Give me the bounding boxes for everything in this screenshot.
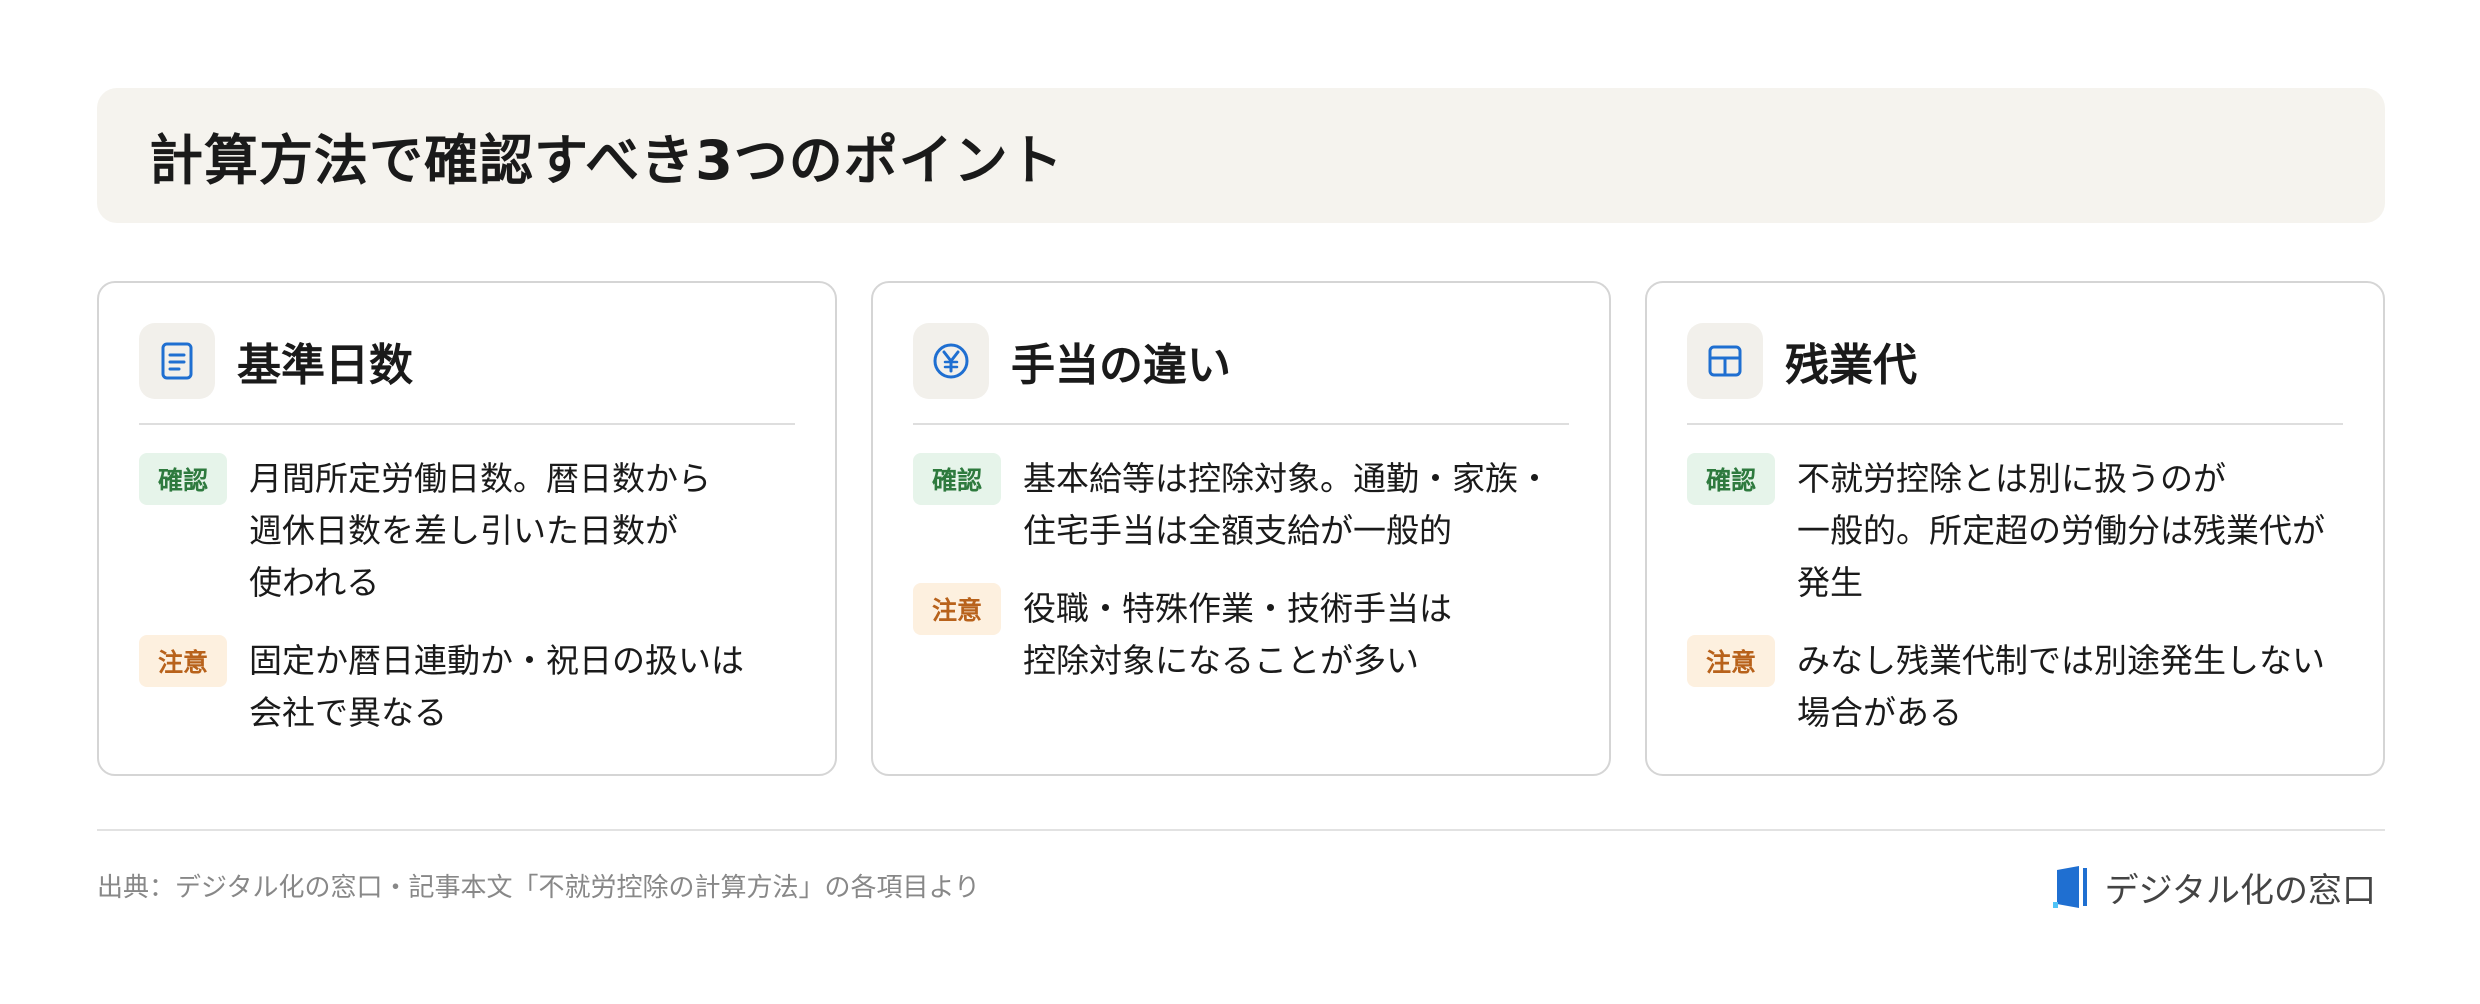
card-divider (139, 423, 795, 425)
confirm-tag: 確認 (1687, 453, 1775, 505)
page-title: 計算方法で確認すべき3つのポイント (149, 129, 1064, 192)
card-divider (913, 423, 1569, 425)
caution-tag: 注意 (139, 635, 227, 687)
caution-text: みなし残業代制では別途発生しない 場合がある (1797, 641, 2325, 732)
card-header: 手当の違い (913, 323, 1569, 399)
logo-text: デジタル化の窓口 (2104, 870, 2376, 911)
confirm-row: 確認 不就労控除とは別に扱うのが 一般的。所定超の労働分は残業代が 発生 (1687, 453, 2343, 609)
card-base-days: 基準日数 確認 月間所定労働日数。暦日数から 週休日数を差し引いた日数が 使われ… (97, 281, 837, 776)
brand-logo: デジタル化の窓口 (2052, 862, 2376, 912)
card-title: 残業代 (1785, 340, 1917, 391)
confirm-text: 不就労控除とは別に扱うのが 一般的。所定超の労働分は残業代が 発生 (1797, 459, 2325, 602)
card-header: 残業代 (1687, 323, 2343, 399)
title-banner: 計算方法で確認すべき3つのポイント (97, 88, 2385, 223)
caution-text: 固定か暦日連動か・祝日の扱いは 会社で異なる (249, 641, 744, 732)
source-note: 出典：デジタル化の窓口・記事本文「不就労控除の計算方法」の各項目より (97, 873, 980, 903)
point-cards: 基準日数 確認 月間所定労働日数。暦日数から 週休日数を差し引いた日数が 使われ… (97, 281, 2385, 776)
table-icon (1687, 323, 1763, 399)
confirm-row: 確認 月間所定労働日数。暦日数から 週休日数を差し引いた日数が 使われる (139, 453, 795, 609)
confirm-text: 月間所定労働日数。暦日数から 週休日数を差し引いた日数が 使われる (249, 459, 711, 602)
caution-row: 注意 固定か暦日連動か・祝日の扱いは 会社で異なる (139, 635, 795, 739)
card-overtime: 残業代 確認 不就労控除とは別に扱うのが 一般的。所定超の労働分は残業代が 発生… (1645, 281, 2385, 776)
caution-tag: 注意 (1687, 635, 1775, 687)
card-header: 基準日数 (139, 323, 795, 399)
confirm-text: 基本給等は控除対象。通勤・家族・ 住宅手当は全額支給が一般的 (1023, 459, 1551, 550)
card-title: 基準日数 (237, 340, 413, 391)
confirm-tag: 確認 (913, 453, 1001, 505)
confirm-row: 確認 基本給等は控除対象。通勤・家族・ 住宅手当は全額支給が一般的 (913, 453, 1569, 557)
footer-divider (97, 829, 2385, 831)
caution-row: 注意 役職・特殊作業・技術手当は 控除対象になることが多い (913, 583, 1569, 687)
document-icon (139, 323, 215, 399)
caution-row: 注意 みなし残業代制では別途発生しない 場合がある (1687, 635, 2343, 739)
card-divider (1687, 423, 2343, 425)
card-allowances: 手当の違い 確認 基本給等は控除対象。通勤・家族・ 住宅手当は全額支給が一般的 … (871, 281, 1611, 776)
card-title: 手当の違い (1011, 340, 1231, 391)
yen-icon (913, 323, 989, 399)
window-logo-icon (2052, 866, 2087, 908)
confirm-tag: 確認 (139, 453, 227, 505)
caution-text: 役職・特殊作業・技術手当は 控除対象になることが多い (1023, 589, 1452, 680)
caution-tag: 注意 (913, 583, 1001, 635)
